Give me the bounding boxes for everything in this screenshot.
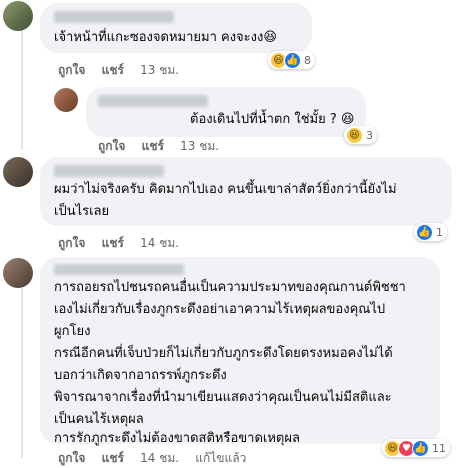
share-button[interactable]: แชร์ — [102, 451, 124, 465]
like-icon: 👍 — [412, 439, 429, 457]
reaction-summary[interactable]: 😆 ♥ 👍 11 — [382, 439, 450, 457]
comment-text: ต้องเดินไปที่น้ำตก ใช่มั้ย ? 😆 — [190, 112, 355, 127]
reaction-summary[interactable]: 👍 1 — [414, 223, 447, 241]
comment-bubble: ผมว่าไม่จริงครับ คิดมากไปเอง คนขึ้นเขาล่… — [40, 157, 452, 226]
reaction-count: 11 — [432, 441, 446, 455]
comment-text-line: การรักภูกระดึงไม่ต้องขาดสติหรือขาดเหตุผล — [54, 431, 300, 446]
comment-bubble: ต้องเดินไปที่น้ำตก ใช่มั้ย ? 😆 — [86, 87, 366, 137]
reaction-count: 3 — [366, 128, 373, 142]
like-icon: 👍 — [284, 51, 301, 69]
avatar[interactable] — [3, 258, 33, 288]
comment-text-line: การถอยรถไปชนรถคนอื่นเป็นความประมาทของคุณ… — [54, 280, 406, 295]
timestamp[interactable]: 13 ชม. — [140, 63, 179, 77]
avatar[interactable] — [3, 157, 33, 187]
like-button[interactable]: ถูกใจ — [58, 63, 85, 77]
reaction-count: 1 — [436, 225, 443, 239]
author-name-redacted — [54, 11, 174, 23]
comment-text-line: ผูกโยง — [54, 324, 91, 339]
comment-text-line: บอกว่าเกิดจากอาถรรพ์ภูกระดึง — [54, 368, 227, 383]
comment-actions: ถูกใจ แชร์ 13 ชม. — [58, 61, 191, 80]
share-button[interactable]: แชร์ — [102, 236, 124, 250]
timestamp[interactable]: 14 ชม. — [140, 451, 179, 465]
comment-bubble: การถอยรถไปชนรถคนอื่นเป็นความประมาทของคุณ… — [40, 257, 440, 446]
avatar[interactable] — [54, 88, 78, 112]
edited-label[interactable]: แก้ไขแล้ว — [195, 451, 246, 465]
comment-text-line: กรณีอีกคนที่เจ็บป่วยก็ไม่เกี่ยวกับภูกระด… — [54, 346, 393, 361]
author-name-redacted — [98, 95, 208, 107]
share-button[interactable]: แชร์ — [142, 139, 164, 153]
author-name-redacted — [54, 264, 184, 275]
comment-text-line: พิจารณาจากเรื่องที่นำมาเขียนแสดงว่าคุณเป… — [54, 390, 392, 405]
comment-actions: ถูกใจ แชร์ 14 ชม. แก้ไขแล้ว — [58, 449, 258, 468]
comment-actions: ถูกใจ แชร์ 13 ชม. — [98, 137, 231, 156]
reaction-count: 8 — [304, 53, 311, 67]
thread-line — [21, 288, 23, 458]
comment-bubble: เจ้าหน้าที่แกะซองจดหมายมา คงจะงง😆 — [40, 3, 312, 53]
timestamp[interactable]: 14 ชม. — [140, 236, 179, 250]
like-icon: 👍 — [416, 223, 433, 241]
like-button[interactable]: ถูกใจ — [58, 451, 85, 465]
haha-icon: 😆 — [346, 126, 363, 144]
thread-line — [21, 30, 23, 150]
like-button[interactable]: ถูกใจ — [58, 236, 85, 250]
comment-actions: ถูกใจ แชร์ 14 ชม. — [58, 234, 191, 253]
comment-text: เจ้าหน้าที่แกะซองจดหมายมา คงจะงง😆 — [54, 30, 277, 45]
share-button[interactable]: แชร์ — [102, 63, 124, 77]
avatar[interactable] — [3, 1, 33, 31]
author-name-redacted — [54, 165, 164, 177]
reaction-summary[interactable]: 😆 3 — [344, 126, 377, 144]
comment-text-line: เองไม่เกี่ยวกับเรื่องภูกระดึงอย่าเอาความ… — [54, 302, 386, 317]
timestamp[interactable]: 13 ชม. — [180, 139, 219, 153]
comment-text-line: ผมว่าไม่จริงครับ คิดมากไปเอง คนขึ้นเขาล่… — [54, 182, 397, 197]
comment-text-line: เป็นไรเลย — [54, 204, 110, 219]
reaction-summary[interactable]: 😆 👍 8 — [268, 51, 315, 69]
like-button[interactable]: ถูกใจ — [98, 139, 125, 153]
